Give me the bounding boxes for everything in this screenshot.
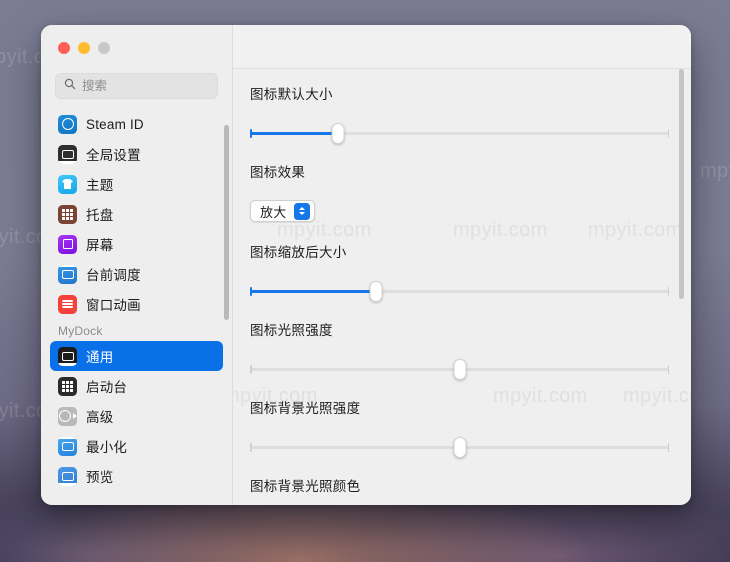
slider-thumb[interactable] xyxy=(453,436,466,458)
icon-zoomed-size-slider[interactable] xyxy=(250,280,669,302)
sidebar-item-label: 窗口动画 xyxy=(86,298,141,313)
icon-effect-value: 放大 xyxy=(260,204,287,220)
settings-panel: mpyit.com mpyit.com mpyit.com mpyit.com … xyxy=(233,69,691,505)
search-box[interactable] xyxy=(55,73,218,99)
field-label: 图标默认大小 xyxy=(250,87,333,102)
maximize-button[interactable] xyxy=(98,42,110,54)
sidebar-nav: Steam ID 全局设置 主题 托盘 屏幕 台前调度 窗口动画 MyDock … xyxy=(41,107,232,505)
sidebar-group-label: MyDock xyxy=(58,324,103,338)
close-button[interactable] xyxy=(58,42,70,54)
search-icon xyxy=(64,77,76,95)
field-icon-default-size: 图标默认大小 xyxy=(250,83,669,144)
tray-icon xyxy=(58,204,77,224)
window-animation-icon xyxy=(58,294,77,314)
field-icon-light-intensity: 图标光照强度 xyxy=(250,319,669,380)
field-label: 图标光照强度 xyxy=(250,323,333,338)
field-icon-bg-light-intensity: 图标背景光照强度 xyxy=(250,397,669,458)
field-label: 图标效果 xyxy=(250,165,306,180)
sidebar-item-steam-id[interactable]: Steam ID xyxy=(50,109,223,139)
launchpad-icon xyxy=(58,376,77,396)
sidebar-item-screen[interactable]: 屏幕 xyxy=(50,229,223,259)
desktop-background: mpyit.com mpyit.com mpyit.com mpyit.com xyxy=(0,0,730,562)
global-settings-icon xyxy=(58,144,77,164)
sidebar-item-label: 启动台 xyxy=(86,380,128,395)
icon-default-size-slider[interactable] xyxy=(250,122,669,144)
chevron-updown-icon xyxy=(293,202,310,220)
slider-tick-start xyxy=(250,442,252,452)
sidebar-item-minimize[interactable]: 最小化 xyxy=(50,431,223,461)
sidebar-item-advanced[interactable]: 高级 xyxy=(50,401,223,431)
field-icon-effect: 图标效果 放大 xyxy=(250,161,669,241)
watermark: mpyit.com xyxy=(700,160,730,182)
field-label: 图标背景光照强度 xyxy=(250,401,361,416)
window-controls xyxy=(41,25,232,69)
slider-tick-start xyxy=(250,286,252,296)
content-scrollbar[interactable] xyxy=(679,69,684,299)
preview-icon xyxy=(58,466,77,486)
sidebar-item-label: 最小化 xyxy=(86,440,128,455)
stage-manager-icon xyxy=(58,264,77,284)
sidebar-item-tray[interactable]: 托盘 xyxy=(50,199,223,229)
search-container xyxy=(41,69,232,107)
sidebar-item-label: 预览 xyxy=(86,470,114,485)
minimize-icon xyxy=(58,436,77,456)
sidebar-item-label: 主题 xyxy=(86,178,114,193)
sidebar-item-label: 台前调度 xyxy=(86,268,141,283)
slider-tick-end xyxy=(667,442,669,452)
sidebar-item-label: 高级 xyxy=(86,410,114,425)
field-label: 图标背景光照颜色 xyxy=(250,479,361,494)
sidebar-item-general[interactable]: 通用 xyxy=(50,341,223,371)
field-icon-zoomed-size: 图标缩放后大小 xyxy=(250,241,669,302)
slider-fill xyxy=(250,131,338,135)
steam-icon xyxy=(58,114,77,134)
field-label: 图标缩放后大小 xyxy=(250,245,347,260)
sidebar-item-label: 屏幕 xyxy=(86,238,114,253)
sidebar-item-window-animation[interactable]: 窗口动画 xyxy=(50,289,223,319)
sidebar-item-label: 托盘 xyxy=(86,208,114,223)
field-icon-bg-light-color: 图标背景光照颜色 R G xyxy=(250,475,669,505)
content-area: mpyit.com mpyit.com mpyit.com mpyit.com … xyxy=(233,25,691,505)
sidebar-item-preview[interactable]: 预览 xyxy=(50,461,223,491)
slider-thumb[interactable] xyxy=(453,358,466,380)
slider-thumb[interactable] xyxy=(331,122,345,144)
sidebar-item-label: 全局设置 xyxy=(86,148,141,163)
slider-tick-start xyxy=(250,364,252,374)
advanced-icon xyxy=(58,406,77,426)
general-icon xyxy=(58,346,77,366)
slider-fill xyxy=(250,289,376,293)
sidebar-item-label: 通用 xyxy=(86,350,114,365)
sidebar-item-global-settings[interactable]: 全局设置 xyxy=(50,139,223,169)
sidebar-item-launchpad[interactable]: 启动台 xyxy=(50,371,223,401)
slider-tick-end xyxy=(667,364,669,374)
titlebar xyxy=(233,25,691,69)
sidebar-scrollbar[interactable] xyxy=(224,125,229,320)
icon-effect-select[interactable]: 放大 xyxy=(250,200,315,222)
sidebar-item-theme[interactable]: 主题 xyxy=(50,169,223,199)
slider-tick-start xyxy=(250,128,252,138)
theme-icon xyxy=(58,174,77,194)
screen-icon xyxy=(58,234,77,254)
sidebar-item-label: Steam ID xyxy=(86,116,144,132)
sidebar: Steam ID 全局设置 主题 xyxy=(41,25,233,505)
slider-tick-end xyxy=(667,128,669,138)
icon-bg-light-intensity-slider[interactable] xyxy=(250,436,669,458)
search-input[interactable] xyxy=(82,79,209,93)
slider-tick-end xyxy=(667,286,669,296)
icon-light-intensity-slider[interactable] xyxy=(250,358,669,380)
minimize-button[interactable] xyxy=(78,42,90,54)
sidebar-item-stage-manager[interactable]: 台前调度 xyxy=(50,259,223,289)
slider-thumb[interactable] xyxy=(369,280,383,302)
settings-window: Steam ID 全局设置 主题 xyxy=(41,25,691,505)
